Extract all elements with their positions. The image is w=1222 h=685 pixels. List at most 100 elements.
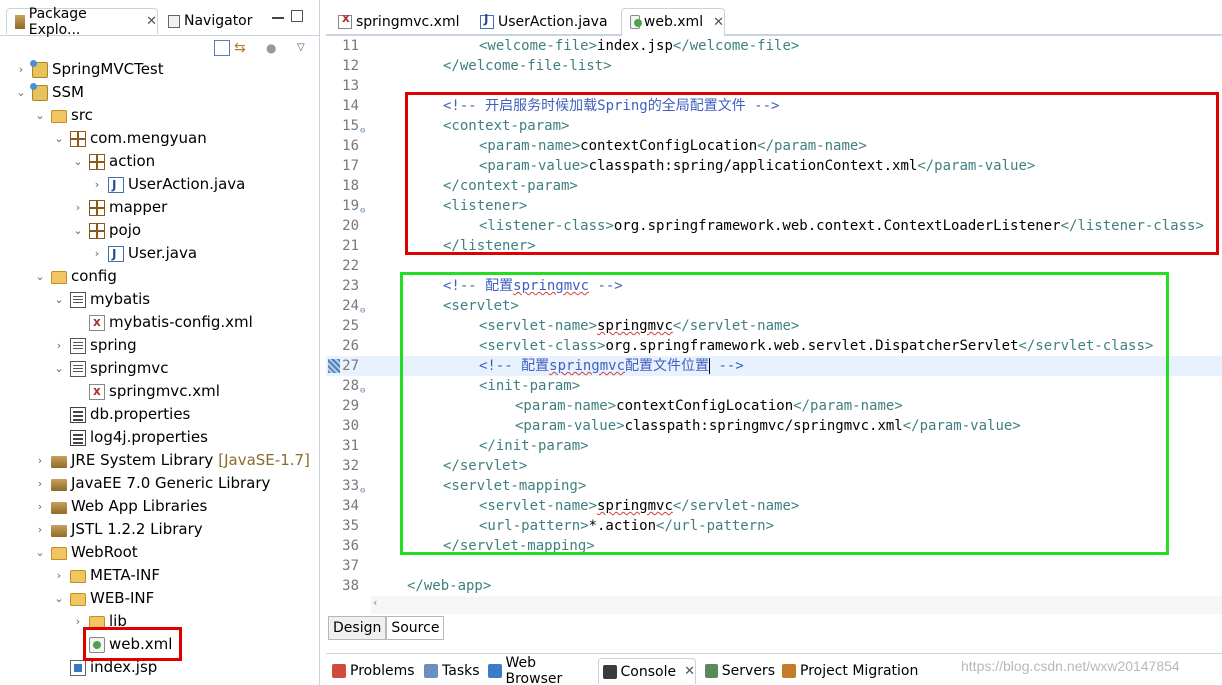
code-line[interactable]: 29 <param-name>contextConfigLocation</par… xyxy=(326,396,1222,416)
collapse-arrow-icon[interactable]: › xyxy=(35,518,45,541)
code-line[interactable]: 26 <servlet-class>org.springframework.web… xyxy=(326,336,1222,356)
collapse-arrow-icon[interactable]: › xyxy=(54,334,64,357)
expand-arrow-icon[interactable]: ⌄ xyxy=(35,541,45,564)
tree-item[interactable]: ⌄ springmvc xyxy=(54,357,168,380)
tree-item[interactable]: › META-INF xyxy=(54,564,160,587)
tree-item[interactable]: › mapper xyxy=(73,196,167,219)
code-line[interactable]: 14 <!-- 开启服务时候加载Spring的全局配置文件 --> xyxy=(326,96,1222,116)
expand-arrow-icon[interactable]: ⌄ xyxy=(16,81,26,104)
close-icon[interactable]: ✕ xyxy=(713,15,724,30)
tree-item[interactable]: › JSTL 1.2.2 Library xyxy=(35,518,203,541)
tab-package-explorer[interactable]: Package Explo... ✕ xyxy=(6,6,158,38)
tree-item[interactable]: › SpringMVCTest xyxy=(16,58,164,81)
close-icon[interactable]: ✕ xyxy=(146,14,157,29)
tree-item[interactable]: › JavaEE 7.0 Generic Library xyxy=(35,472,271,495)
tree-item[interactable]: ⌄ mybatis xyxy=(54,288,150,311)
source-code-area[interactable]: 11 <welcome-file>index.jsp</welcome-file>… xyxy=(326,36,1222,596)
maximize-button[interactable] xyxy=(291,10,303,22)
code-line[interactable]: 22 xyxy=(326,256,1222,276)
tree-item[interactable]: db.properties xyxy=(54,403,190,426)
bottom-tab[interactable]: Project Migration xyxy=(778,658,948,684)
tab-useraction-java[interactable]: UserAction.java xyxy=(472,8,614,36)
code-line[interactable]: 21 </listener> xyxy=(326,236,1222,256)
tab-springmvc-xml[interactable]: springmvc.xml xyxy=(330,8,468,36)
code-line[interactable]: 17 <param-value>classpath:spring/applicat… xyxy=(326,156,1222,176)
collapse-arrow-icon[interactable]: › xyxy=(73,196,83,219)
code-line[interactable]: 16 <param-name>contextConfigLocation</par… xyxy=(326,136,1222,156)
tree-item[interactable]: ⌄ action xyxy=(73,150,155,173)
code-line[interactable]: 35 <url-pattern>*.action</url-pattern> xyxy=(326,516,1222,536)
tree-item[interactable]: ⌄ SSM xyxy=(16,81,84,104)
code-line[interactable]: 12 </welcome-file-list> xyxy=(326,56,1222,76)
collapse-arrow-icon[interactable]: › xyxy=(35,472,45,495)
collapse-arrow-icon[interactable]: › xyxy=(54,564,64,587)
code-line[interactable]: 15 ⊖ <context-param> xyxy=(326,116,1222,136)
close-icon[interactable]: ✕ xyxy=(684,664,695,679)
expand-arrow-icon[interactable]: ⌄ xyxy=(35,104,45,127)
tree-item[interactable]: › Web App Libraries xyxy=(35,495,208,518)
code-line[interactable]: 28 ⊖ <init-param> xyxy=(326,376,1222,396)
code-line[interactable]: 34 <servlet-name>springmvc</servlet-name> xyxy=(326,496,1222,516)
tree-item[interactable]: › User.java xyxy=(92,242,197,266)
tab-web-xml[interactable]: web.xml ✕ xyxy=(621,8,725,37)
tree-item[interactable]: springmvc.xml xyxy=(73,380,220,403)
filter-icon[interactable]: ● xyxy=(266,40,282,56)
tab-source[interactable]: Source xyxy=(386,616,445,640)
code-line[interactable]: 23 <!-- 配置springmvc --> xyxy=(326,276,1222,296)
tree-item[interactable]: ⌄ pojo xyxy=(73,219,141,242)
collapse-arrow-icon[interactable]: › xyxy=(73,610,83,633)
code-line[interactable]: 37 xyxy=(326,556,1222,576)
scroll-left-icon[interactable]: ‹ xyxy=(373,596,377,609)
bottom-tab[interactable]: Console ✕ xyxy=(598,658,696,684)
tree-item[interactable]: › JRE System Library [JavaSE-1.7] xyxy=(35,449,310,472)
expand-arrow-icon[interactable]: ⌄ xyxy=(73,150,83,173)
tree-item[interactable]: ⌄ config xyxy=(35,265,117,288)
collapse-all-icon[interactable] xyxy=(214,40,230,56)
code-line[interactable]: 36 </servlet-mapping> xyxy=(326,536,1222,556)
minimize-button[interactable] xyxy=(272,17,284,19)
code-line[interactable]: 27 <!-- 配置springmvc配置文件位置 --> xyxy=(326,356,1222,376)
code-line[interactable]: 38 </web-app> xyxy=(326,576,1222,596)
tree-item[interactable]: web.xml xyxy=(73,633,172,656)
code-line[interactable]: 30 <param-value>classpath:springmvc/sprin… xyxy=(326,416,1222,436)
code-line[interactable]: 31 </init-param> xyxy=(326,436,1222,456)
expand-arrow-icon[interactable]: ⌄ xyxy=(54,288,64,311)
tree-item[interactable]: › UserAction.java xyxy=(92,173,246,197)
bottom-tab[interactable]: Problems xyxy=(328,658,416,684)
bottom-tab[interactable]: Tasks xyxy=(420,658,480,684)
tree-item[interactable]: › spring xyxy=(54,334,137,357)
expand-arrow-icon[interactable]: ⌄ xyxy=(54,127,64,150)
expand-arrow-icon[interactable]: ⌄ xyxy=(54,357,64,380)
tree-item[interactable]: ⌄ WEB-INF xyxy=(54,587,154,610)
bottom-tab[interactable]: Servers xyxy=(701,658,775,684)
collapse-arrow-icon[interactable]: › xyxy=(92,173,102,196)
collapse-arrow-icon[interactable]: › xyxy=(35,495,45,518)
code-line[interactable]: 13 xyxy=(326,76,1222,96)
collapse-arrow-icon[interactable]: › xyxy=(92,242,102,265)
tree-item[interactable]: ⌄ src xyxy=(35,104,93,127)
tree-item[interactable]: mybatis-config.xml xyxy=(73,311,253,334)
horizontal-scrollbar[interactable]: ‹ xyxy=(371,596,1222,614)
code-line[interactable]: 19 ⊖ <listener> xyxy=(326,196,1222,216)
expand-arrow-icon[interactable]: ⌄ xyxy=(54,587,64,610)
collapse-arrow-icon[interactable]: › xyxy=(35,449,45,472)
expand-arrow-icon[interactable]: ⌄ xyxy=(35,265,45,288)
tree-item[interactable]: › lib xyxy=(73,610,127,633)
tree-item[interactable]: log4j.properties xyxy=(54,426,208,449)
tree-item[interactable]: ⌄ WebRoot xyxy=(35,541,137,564)
tree-item[interactable]: index.jsp xyxy=(54,656,157,679)
tree-item[interactable]: ⌄ com.mengyuan xyxy=(54,127,206,150)
view-menu-icon[interactable]: ▽ xyxy=(297,40,313,56)
bottom-tab[interactable]: Web Browser xyxy=(484,655,594,685)
tab-navigator[interactable]: Navigator xyxy=(162,8,272,34)
code-line[interactable]: 25 <servlet-name>springmvc</servlet-name> xyxy=(326,316,1222,336)
code-line[interactable]: 32 </servlet> xyxy=(326,456,1222,476)
code-line[interactable]: 24 ⊖ <servlet> xyxy=(326,296,1222,316)
code-line[interactable]: 18 </context-param> xyxy=(326,176,1222,196)
expand-arrow-icon[interactable]: ⌄ xyxy=(73,219,83,242)
code-line[interactable]: 20 <listener-class>org.springframework.we… xyxy=(326,216,1222,236)
link-with-editor-icon[interactable]: ⇆ xyxy=(234,40,250,56)
code-line[interactable]: 11 <welcome-file>index.jsp</welcome-file> xyxy=(326,36,1222,56)
code-line[interactable]: 33 ⊖ <servlet-mapping> xyxy=(326,476,1222,496)
collapse-arrow-icon[interactable]: › xyxy=(16,58,26,81)
